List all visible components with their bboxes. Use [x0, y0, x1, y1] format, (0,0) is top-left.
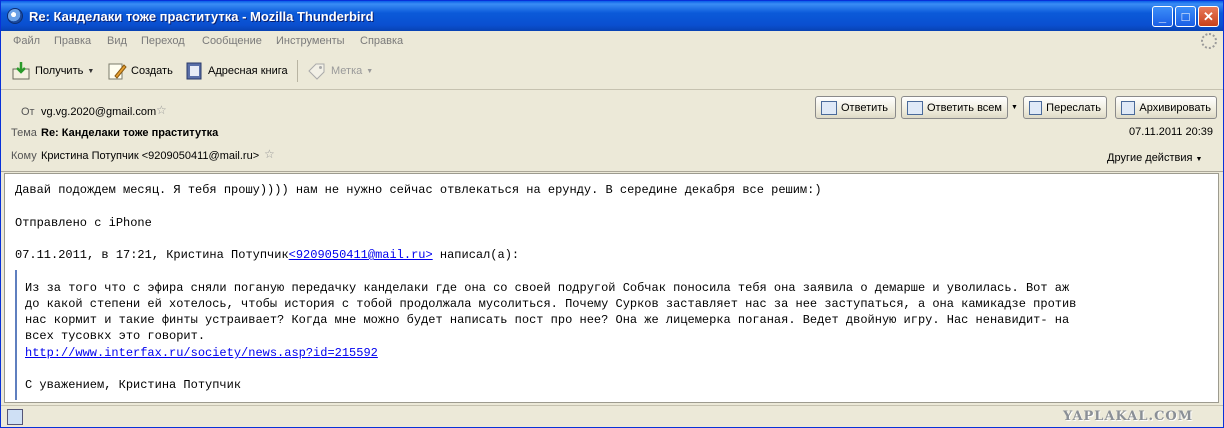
attribution-suffix: написал(а): — [432, 248, 520, 262]
tag-button[interactable]: Метка ▼ — [307, 59, 373, 83]
address-book-icon — [184, 61, 204, 81]
get-mail-dropdown-icon[interactable]: ▼ — [87, 68, 94, 75]
archive-label: Архивировать — [1139, 101, 1211, 114]
write-icon — [107, 61, 127, 81]
write-button[interactable]: Создать — [107, 59, 173, 83]
title-bar[interactable]: Re: Канделаки тоже праститутка - Mozilla… — [1, 1, 1223, 31]
menu-bar: Файл Правка Вид Переход Сообщение Инстру… — [1, 31, 1223, 52]
menu-edit[interactable]: Правка — [54, 35, 91, 47]
from-star-icon[interactable]: ☆ — [156, 103, 167, 117]
tag-dropdown-icon[interactable]: ▼ — [366, 68, 373, 75]
from-value[interactable]: vg.vg.2020@gmail.com — [41, 106, 156, 118]
subject-value: Re: Канделаки тоже праститутка — [41, 127, 219, 139]
body-line-2: Отправлено с iPhone — [15, 216, 152, 230]
message-body[interactable]: Давай подождем месяц. Я тебя прошу)))) н… — [4, 173, 1219, 403]
other-actions-dropdown-icon: ▼ — [1195, 156, 1203, 163]
message-date: 07.11.2011 20:39 — [1128, 126, 1213, 138]
attribution-email-link[interactable]: <9209050411@mail.ru> — [289, 248, 433, 262]
watermark-text: YAPLAKAL.COM — [1063, 409, 1194, 424]
reply-icon — [821, 100, 837, 115]
reply-all-dropdown-icon[interactable]: ▼ — [1011, 104, 1018, 111]
attribution-prefix: 07.11.2011, в 17:21, Кристина Потупчик — [15, 248, 289, 262]
status-bar: YAPLAKAL.COM — [1, 405, 1223, 427]
archive-button[interactable]: Архивировать — [1115, 96, 1217, 119]
thunderbird-window: Re: Канделаки тоже праститутка - Mozilla… — [0, 0, 1224, 428]
signature-line: С уважением, Кристина Потупчик — [25, 378, 242, 392]
subject-label: Тема — [11, 127, 37, 139]
forward-label: Переслать — [1046, 101, 1101, 114]
menu-message[interactable]: Сообщение — [202, 35, 262, 47]
address-book-label: Адресная книга — [208, 65, 288, 77]
other-actions-label: Другие действия — [1107, 152, 1193, 164]
quote-line: Из за того что с эфира сняли поганую пер… — [25, 281, 1070, 295]
reply-all-icon — [907, 100, 923, 115]
window-title: Re: Канделаки тоже праститутка - Mozilla… — [29, 9, 374, 24]
menu-help[interactable]: Справка — [360, 35, 403, 47]
main-toolbar: Получить ▼ Создать Адресная книга Метка … — [1, 52, 1223, 90]
address-book-button[interactable]: Адресная книга — [184, 59, 288, 83]
reply-all-label: Ответить всем — [927, 101, 1002, 114]
minimize-button[interactable]: _ — [1152, 6, 1173, 27]
get-mail-label: Получить — [35, 65, 84, 77]
quoted-block: Из за того что с эфира сняли поганую пер… — [15, 270, 1210, 400]
quote-line: нас кормит и такие финты устраивает? Ког… — [25, 313, 1070, 327]
interfax-link[interactable]: http://www.interfax.ru/society/news.asp?… — [25, 346, 378, 360]
archive-icon — [1121, 100, 1136, 115]
to-star-icon[interactable]: ☆ — [264, 147, 275, 161]
online-status-icon[interactable] — [7, 409, 23, 425]
from-label: От — [21, 106, 35, 118]
write-label: Создать — [131, 65, 173, 77]
thunderbird-app-icon — [7, 8, 23, 24]
message-header: От vg.vg.2020@gmail.com ☆ Тема Re: Канде… — [1, 91, 1223, 172]
close-button[interactable]: ✕ — [1198, 6, 1219, 27]
get-mail-icon — [11, 61, 31, 81]
reply-label: Ответить — [841, 101, 889, 114]
reply-button[interactable]: Ответить — [815, 96, 896, 119]
quote-line: всех тусовкх это говорит. — [25, 329, 206, 343]
menu-file[interactable]: Файл — [13, 35, 40, 47]
toolbar-separator — [297, 60, 298, 82]
forward-button[interactable]: Переслать — [1023, 96, 1107, 119]
other-actions-menu[interactable]: Другие действия ▼ — [1107, 152, 1202, 164]
quote-line: до какой степени ей хотелось, чтобы исто… — [25, 297, 1077, 311]
to-value[interactable]: Кристина Потупчик <9209050411@mail.ru> — [41, 150, 259, 162]
attribution-line: 07.11.2011, в 17:21, Кристина Потупчик<9… — [15, 247, 519, 263]
activity-throbber-icon — [1201, 33, 1217, 49]
reply-all-button[interactable]: Ответить всем — [901, 96, 1008, 119]
body-line-1: Давай подождем месяц. Я тебя прошу)))) н… — [15, 183, 822, 197]
tag-label: Метка — [331, 65, 363, 77]
menu-go[interactable]: Переход — [141, 35, 185, 47]
forward-icon — [1029, 100, 1043, 115]
to-label: Кому — [11, 150, 37, 162]
menu-view[interactable]: Вид — [107, 35, 127, 47]
tag-icon — [307, 61, 327, 81]
maximize-button[interactable]: □ — [1175, 6, 1196, 27]
menu-tools[interactable]: Инструменты — [276, 35, 345, 47]
quote-link[interactable]: http://www.interfax.ru/society/news.asp?… — [25, 345, 378, 361]
get-mail-button[interactable]: Получить ▼ — [11, 59, 94, 83]
